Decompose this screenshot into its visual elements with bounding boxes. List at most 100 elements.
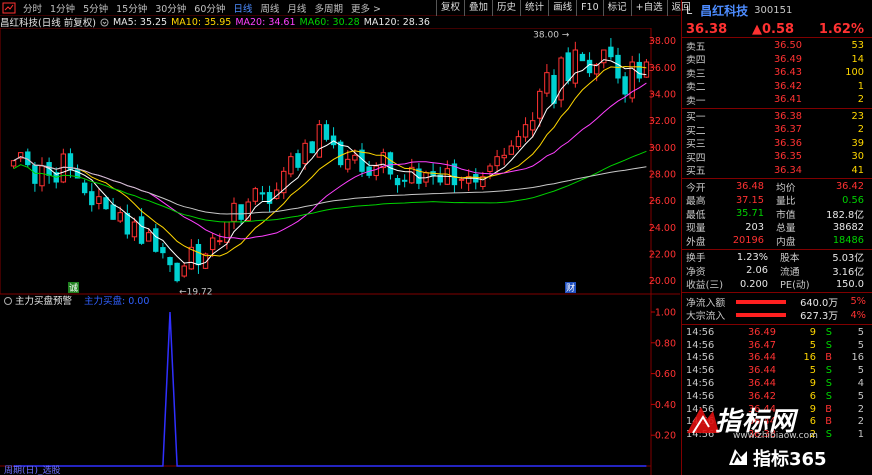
indicator-axis-label: 0.20 (655, 431, 676, 442)
trade-row: 14:56 36.38 2 S 1 (682, 428, 872, 441)
toolbar-button-5[interactable]: F10 (576, 0, 603, 16)
candle-body (124, 212, 131, 235)
stat-label: 净资 (686, 266, 706, 278)
settings-dropdown-icon[interactable] (100, 18, 109, 27)
candle-body (622, 76, 628, 95)
stat-row: 现量 203 总量 38682 (682, 221, 872, 235)
ask-price[interactable]: 36.49 (732, 54, 802, 65)
indicator-axis-label: 0.40 (655, 400, 676, 411)
indicator-menu-icon[interactable] (4, 297, 12, 305)
trade-price: 36.44 (747, 416, 776, 428)
candle-body (494, 156, 500, 167)
ask-label: 卖一 (686, 95, 706, 107)
sell-marker-label: 财 (566, 282, 575, 294)
trade-row: 14:56 36.44 9 B 2 (682, 403, 872, 416)
flow-value: 640.0万 (800, 297, 838, 309)
period-tab-4[interactable]: 30分钟 (151, 1, 190, 15)
price-pane-border (0, 28, 652, 295)
trade-side: S (825, 390, 832, 402)
trade-count: 16 (851, 352, 864, 364)
chart-menu-icon[interactable] (2, 2, 16, 14)
stat-label: 外盘 (686, 236, 706, 248)
flow-label: 净流入额 (686, 297, 726, 309)
ask-price[interactable]: 36.50 (732, 40, 802, 51)
candle-body (458, 178, 465, 181)
period-tab-6[interactable]: 日线 (229, 1, 256, 15)
period-tab-9[interactable]: 多周期 (310, 1, 347, 15)
trade-count: 2 (857, 416, 864, 428)
period-tab-2[interactable]: 5分钟 (79, 1, 112, 15)
toolbar-button-0[interactable]: 复权 (436, 0, 464, 16)
bid-row: 买一 36.38 23 (682, 110, 872, 124)
kline-chart[interactable]: 38.00 36.00 34.00 32.00 30.00 28.00 26.00 24.00… (0, 28, 680, 475)
bid-volume: 23 (851, 110, 864, 122)
trade-volume: 2 (809, 429, 816, 441)
ask-row: 卖一 36.41 2 (682, 93, 872, 107)
ask-price[interactable]: 36.43 (732, 67, 802, 78)
candle-body (608, 46, 614, 58)
stock-code: 300151 (754, 5, 793, 16)
candle-body (487, 165, 493, 172)
period-tab-10[interactable]: 更多 > (347, 1, 385, 15)
fundamental-row: 换手 1.23% 股本 5.03亿 (682, 251, 872, 265)
candle-body (508, 145, 515, 155)
candle-body (32, 164, 38, 184)
trade-count: 5 (857, 390, 864, 402)
trade-ticks[interactable]: 14:56 36.49 9 S 5 14:56 36.47 5 S 5 14:56 36.44 16 B 1… (682, 325, 872, 442)
bid-label: 买四 (686, 152, 706, 164)
ask-price[interactable]: 36.41 (732, 94, 802, 105)
period-tab-0[interactable]: 分时 (19, 1, 46, 15)
bid-price[interactable]: 36.35 (732, 151, 802, 162)
period-tab-5[interactable]: 60分钟 (190, 1, 229, 15)
ma120-value: MA120: 28.36 (363, 16, 430, 28)
ma5-value: MA5: 35.25 (112, 16, 168, 28)
low-annotation: ←19.72 (179, 287, 212, 297)
stat-label: 均价 (776, 182, 796, 194)
trade-volume: 9 (809, 403, 816, 415)
trade-side: S (825, 378, 832, 390)
stat-value: 1.23% (736, 251, 768, 263)
toolbar-button-3[interactable]: 统计 (520, 0, 548, 16)
candle-body (195, 243, 202, 266)
ma20-line (13, 82, 647, 240)
bid-price[interactable]: 36.38 (732, 111, 802, 122)
toolbar-button-1[interactable]: 叠加 (464, 0, 492, 16)
stat-row: 最高 37.15 量比 0.56 (682, 194, 872, 208)
ask-row: 卖二 36.42 1 (682, 80, 872, 94)
stat-row: 最低 35.71 市值 182.8亿 (682, 207, 872, 221)
bid-volume: 30 (851, 151, 864, 163)
ask-price[interactable]: 36.42 (732, 81, 802, 92)
trade-count: 5 (857, 326, 864, 338)
trade-time: 14:56 (686, 429, 715, 441)
stat-value: 18486 (832, 235, 864, 247)
stock-title[interactable]: 昌红科技(日线 前复权) (0, 15, 96, 29)
bid-label: 买一 (686, 112, 706, 124)
candle-body (238, 204, 244, 220)
toolbar-button-4[interactable]: 画线 (548, 0, 576, 16)
toolbar-button-6[interactable]: 标记 (602, 0, 631, 16)
ask-label: 卖二 (686, 82, 706, 94)
candle-body (537, 90, 543, 119)
trade-time: 14:56 (686, 352, 715, 364)
trade-volume: 16 (803, 352, 816, 364)
period-tab-1[interactable]: 1分钟 (46, 1, 79, 15)
toolbar-button-2[interactable]: 历史 (492, 0, 520, 16)
period-tab-8[interactable]: 月线 (283, 1, 310, 15)
candle-body (586, 59, 593, 74)
period-tab-7[interactable]: 周线 (256, 1, 283, 15)
candle-body (117, 212, 123, 222)
stat-value: 0.200 (739, 278, 768, 290)
trade-side: B (825, 352, 832, 364)
bid-price[interactable]: 36.34 (732, 165, 802, 176)
trade-row: 14:56 36.44 6 B 2 (682, 416, 872, 429)
footer-label: 周期(日)_选股 (4, 464, 61, 475)
stat-label: 流通 (780, 266, 800, 278)
period-tab-3[interactable]: 15分钟 (112, 1, 151, 15)
trade-time: 14:56 (686, 416, 715, 428)
candle-body (373, 165, 379, 177)
toolbar-button-7[interactable]: +自选 (630, 0, 667, 16)
bid-label: 买三 (686, 139, 706, 151)
bid-price[interactable]: 36.37 (732, 124, 802, 135)
bid-price[interactable]: 36.36 (732, 138, 802, 149)
candle-body (39, 165, 45, 187)
